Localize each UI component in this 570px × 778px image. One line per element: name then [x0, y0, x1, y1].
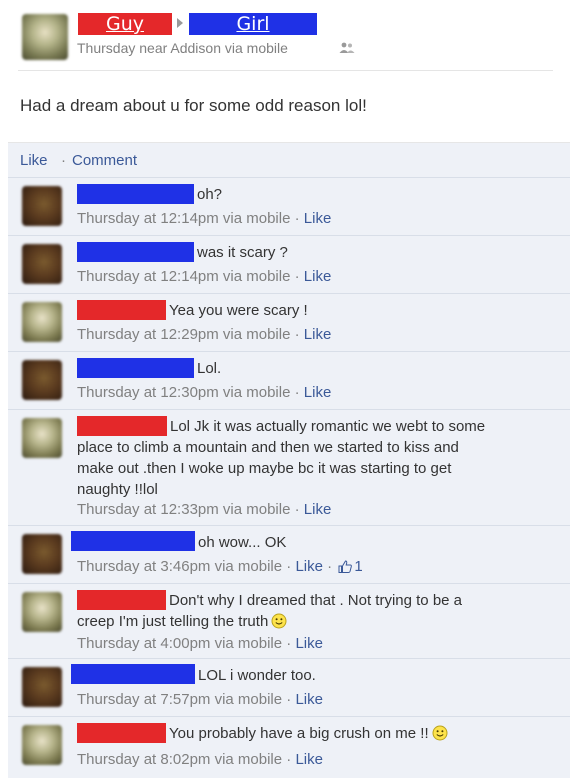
comment-timestamp: Thursday at 4:00pm via mobile · [77, 635, 296, 652]
comment-item: Lol. Thursday at 12:30pm via mobile · Li… [8, 351, 570, 409]
comment-text: LOL i wonder too. [198, 667, 316, 684]
comment-timestamp: Thursday at 12:14pm via mobile · [77, 268, 304, 285]
post-recipient-name[interactable]: Girl [189, 13, 317, 35]
comment-timestamp: Thursday at 12:33pm via mobile · [77, 501, 304, 518]
comment-timestamp: Thursday at 12:30pm via mobile · [77, 384, 304, 401]
comment-like-link[interactable]: Like [295, 635, 323, 652]
comment-text-line: Lol Jk it was actually romantic we webt … [170, 418, 486, 435]
commenter-name[interactable] [77, 416, 167, 436]
commenter-name[interactable] [77, 242, 194, 262]
commenter-avatar[interactable] [22, 725, 62, 765]
commenter-name[interactable] [77, 300, 166, 320]
comment-timestamp: Thursday at 8:02pm via mobile · [77, 751, 296, 768]
post-action-bar: Like · Comment [8, 142, 570, 177]
comment-link[interactable]: Comment [72, 152, 137, 169]
comment-item: LOL i wonder too. Thursday at 7:57pm via… [8, 658, 570, 716]
commenter-avatar[interactable] [22, 302, 62, 342]
comment-meta: Thursday at 12:33pm via mobile · Like [77, 501, 331, 518]
comment-like-link[interactable]: Like [304, 501, 332, 518]
comment-like-link[interactable]: Like [304, 210, 332, 227]
comment-like-link[interactable]: Like [304, 384, 332, 401]
comment-text: oh? [197, 186, 223, 203]
comment-like-link[interactable]: Like [304, 268, 332, 285]
friends-icon [339, 42, 355, 53]
comment-meta: Thursday at 12:14pm via mobile · Like [77, 268, 331, 285]
action-separator: · [61, 152, 66, 169]
commenter-avatar[interactable] [22, 186, 62, 226]
comment-text-line: creep I'm just telling the truth [77, 611, 287, 632]
comment-like-link[interactable]: Like [295, 691, 323, 708]
commenter-name[interactable] [77, 358, 194, 378]
commenter-avatar[interactable] [22, 418, 62, 458]
like-separator: · [322, 558, 337, 575]
comment-item: Yea you were scary ! Thursday at 12:29pm… [8, 293, 570, 351]
comment-meta: Thursday at 12:29pm via mobile · Like [77, 326, 331, 343]
comment-meta: Thursday at 7:57pm via mobile · Like [77, 691, 323, 708]
comment-text-line: naughty !!lol [77, 481, 158, 498]
comment-timestamp: Thursday at 12:29pm via mobile · [77, 326, 304, 343]
commenter-name[interactable] [77, 590, 166, 610]
comment-like-link[interactable]: Like [295, 751, 323, 768]
post-header: Guy Girl Thursday near Addison via mobil… [0, 0, 570, 70]
comment-meta: Thursday at 3:46pm via mobile · Like · 1 [77, 558, 363, 575]
comment-text: Lol. [197, 360, 222, 377]
comment-timestamp: Thursday at 12:14pm via mobile · [77, 210, 304, 227]
comment-item: Don't why I dreamed that . Not trying to… [8, 583, 570, 658]
comment-text-line: make out .then I woke up maybe bc it was… [77, 460, 452, 477]
comment-text-line: Don't why I dreamed that . Not trying to… [169, 592, 463, 609]
smiley-icon [432, 725, 448, 741]
commenter-avatar[interactable] [22, 244, 62, 284]
comment-meta: Thursday at 8:02pm via mobile · Like [77, 751, 323, 768]
comment-meta: Thursday at 12:30pm via mobile · Like [77, 384, 331, 401]
commenter-avatar[interactable] [22, 360, 62, 400]
comment-timestamp: Thursday at 7:57pm via mobile · [77, 691, 296, 708]
comment-meta: Thursday at 4:00pm via mobile · Like [77, 635, 323, 652]
comment-item: Lol Jk it was actually romantic we webt … [8, 409, 570, 525]
thumbs-up-icon[interactable] [338, 560, 353, 573]
like-count[interactable]: 1 [354, 558, 362, 575]
comment-like-link[interactable]: Like [295, 558, 323, 575]
like-link[interactable]: Like [20, 152, 48, 169]
post-timestamp: Thursday near Addison via mobile [77, 40, 288, 56]
comment-text-content: You probably have a big crush on me !! [169, 725, 429, 742]
comment-item: oh wow... OK Thursday at 3:46pm via mobi… [8, 525, 570, 583]
comment-text-line: place to climb a mountain and then we st… [77, 439, 459, 456]
comment-text: oh wow... OK [198, 534, 287, 551]
comment-text: was it scary ? [197, 244, 288, 261]
comment-item: was it scary ? Thursday at 12:14pm via m… [8, 235, 570, 293]
post-body-text: Had a dream about u for some odd reason … [20, 96, 367, 115]
comment-item: You probably have a big crush on me !! T… [8, 716, 570, 778]
commenter-name[interactable] [71, 664, 195, 684]
commenter-avatar[interactable] [22, 592, 62, 632]
header-divider [18, 70, 553, 71]
comment-timestamp: Thursday at 3:46pm via mobile · [77, 558, 296, 575]
post-author-name[interactable]: Guy [78, 13, 172, 35]
comment-like-link[interactable]: Like [304, 326, 332, 343]
commenter-avatar[interactable] [22, 667, 62, 707]
comment-item: oh? Thursday at 12:14pm via mobile · Lik… [8, 177, 570, 235]
comment-text: Yea you were scary ! [169, 302, 308, 319]
comment-text-line: You probably have a big crush on me !! [169, 723, 448, 744]
comment-text-content: creep I'm just telling the truth [77, 613, 269, 630]
smiley-icon [271, 613, 287, 629]
comment-meta: Thursday at 12:14pm via mobile · Like [77, 210, 331, 227]
arrow-right-icon [177, 18, 183, 28]
commenter-name[interactable] [77, 723, 166, 743]
post-author-avatar[interactable] [22, 14, 68, 60]
commenter-name[interactable] [77, 184, 194, 204]
commenter-avatar[interactable] [22, 534, 62, 574]
commenter-name[interactable] [71, 531, 195, 551]
